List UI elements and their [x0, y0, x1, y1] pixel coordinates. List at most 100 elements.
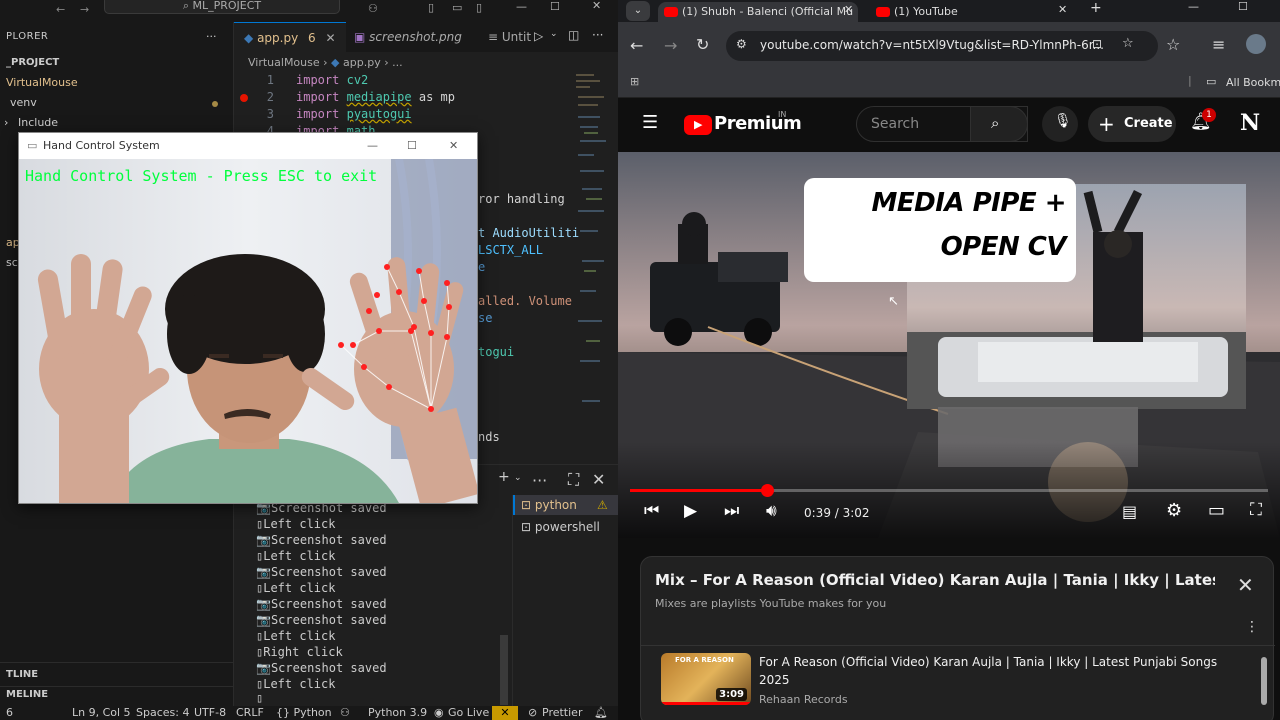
breakpoint-icon[interactable]: [240, 94, 248, 102]
apps-grid-icon[interactable]: ⊞: [630, 75, 639, 88]
subtitles-icon[interactable]: ▤: [1122, 502, 1137, 521]
close-panel-icon[interactable]: ✕: [592, 470, 605, 489]
chevron-right-icon[interactable]: ›: [4, 114, 8, 132]
previous-icon[interactable]: ⏮︎: [644, 501, 659, 521]
all-bookmarks-link[interactable]: All Bookm: [1226, 76, 1280, 89]
more-vert-icon[interactable]: ⋮: [1245, 619, 1259, 635]
new-tab-icon[interactable]: +: [1090, 0, 1102, 16]
command-center-search[interactable]: ⌕ ML_PROJECT: [104, 0, 340, 14]
settings-gear-icon[interactable]: ⚙: [1166, 500, 1182, 521]
debug-icon[interactable]: ✕: [492, 706, 518, 720]
video-player[interactable]: MEDIA PIPE + OPEN CV ↖ ⏮︎ ▶ ⏭︎ 🔊︎ 0:39 /…: [618, 152, 1280, 538]
close-icon[interactable]: ✕: [1237, 573, 1254, 597]
channel-name[interactable]: Rehaan Records: [759, 693, 848, 706]
profile-avatar[interactable]: [1246, 34, 1266, 54]
layout-secondary-icon[interactable]: ▯: [476, 1, 482, 14]
go-live-button[interactable]: Go Live: [448, 706, 489, 720]
folder-virtualmouse[interactable]: VirtualMouse: [6, 74, 78, 92]
close-icon[interactable]: ✕: [449, 133, 458, 159]
maximize-icon[interactable]: ☐: [550, 0, 560, 13]
indentation[interactable]: Spaces: 4: [136, 706, 189, 720]
breadcrumb-file[interactable]: app.py: [343, 56, 381, 69]
theater-mode-icon[interactable]: ▭: [1208, 500, 1225, 521]
next-icon[interactable]: ⏭︎: [724, 501, 739, 521]
back-arrow-icon[interactable]: ←: [56, 3, 65, 16]
copilot-icon[interactable]: ⚇: [368, 2, 378, 15]
site-info-icon[interactable]: ⚙: [736, 37, 747, 51]
playlist-title[interactable]: Mix – For A Reason (Official Video) Kara…: [655, 571, 1215, 589]
tab-screenshot-png[interactable]: ▣ screenshot.png: [344, 22, 472, 52]
extensions-star-icon[interactable]: ☆: [1166, 35, 1180, 54]
bookmark-star-icon[interactable]: ☆: [1122, 36, 1134, 51]
back-arrow-icon[interactable]: ←: [630, 36, 643, 55]
tab-youtube-home[interactable]: (1) YouTube: [870, 2, 1070, 22]
media-controls-icon[interactable]: ≡: [1212, 35, 1225, 54]
terminal-scrollbar[interactable]: [500, 635, 508, 705]
forward-arrow-icon[interactable]: →: [664, 36, 677, 55]
outline-section[interactable]: TLINE: [6, 666, 38, 684]
minimap[interactable]: [574, 70, 608, 460]
premium-logo-text[interactable]: Premium: [714, 113, 802, 134]
prettier-status[interactable]: Prettier: [542, 706, 582, 720]
project-root[interactable]: _PROJECT: [6, 54, 59, 72]
minimize-icon[interactable]: —: [367, 133, 378, 159]
maximize-icon[interactable]: ☐: [407, 133, 417, 159]
more-actions-icon[interactable]: ···: [206, 28, 217, 46]
create-button[interactable]: + Create: [1088, 106, 1176, 142]
language-mode[interactable]: {} Python: [276, 706, 332, 720]
end-of-line[interactable]: CRLF: [236, 706, 264, 720]
account-avatar[interactable]: N: [1240, 110, 1266, 138]
youtube-logo-icon[interactable]: ▶: [684, 115, 712, 135]
tab-app-py[interactable]: ◆ app.py 6 ✕: [234, 22, 346, 52]
url-text[interactable]: youtube.com/watch?v=nt5tXl9Vtug&list=RD-…: [760, 38, 1104, 52]
layout-sidebar-icon[interactable]: ▯: [428, 1, 434, 14]
menu-icon[interactable]: ☰: [642, 112, 658, 133]
chevron-down-icon[interactable]: ⌄: [550, 29, 558, 39]
problems-count[interactable]: 6: [6, 706, 13, 720]
terminal-powershell[interactable]: ⊡ powershell: [513, 517, 618, 537]
minimize-icon[interactable]: —: [516, 0, 527, 13]
file-screenshot[interactable]: sc: [6, 254, 18, 272]
play-icon[interactable]: ▶: [684, 501, 697, 521]
maximize-panel-icon[interactable]: ⛶: [568, 470, 579, 490]
terminal-python[interactable]: ⊡ python ⚠: [513, 495, 618, 515]
layout-panel-icon[interactable]: ▭: [452, 1, 462, 14]
close-tab-icon[interactable]: ✕: [325, 31, 335, 45]
more-actions-icon[interactable]: ···: [592, 28, 603, 42]
playlist-item[interactable]: FOR A REASON 3:09 For A Reason (Official…: [641, 647, 1261, 715]
reload-icon[interactable]: ↻: [696, 35, 709, 54]
minimize-icon[interactable]: —: [1188, 0, 1199, 13]
close-tab-icon[interactable]: ✕: [1058, 3, 1067, 16]
playlist-scrollbar[interactable]: [1261, 657, 1267, 705]
install-app-icon[interactable]: ⊡: [1092, 37, 1102, 51]
playlist-item-title[interactable]: For A Reason (Official Video) Karan Aujl…: [759, 653, 1229, 689]
folder-venv[interactable]: venv: [10, 94, 37, 112]
timeline-section[interactable]: MELINE: [6, 686, 48, 704]
tab-untitled[interactable]: ≡ Untit: [478, 22, 541, 52]
more-actions-icon[interactable]: ···: [532, 471, 547, 490]
progress-track[interactable]: [630, 484, 1268, 497]
run-icon[interactable]: ▷: [534, 29, 543, 43]
breadcrumb-folder[interactable]: VirtualMouse: [248, 56, 320, 69]
close-icon[interactable]: ✕: [592, 0, 601, 12]
bell-icon[interactable]: 🔔︎: [594, 706, 608, 720]
address-bar[interactable]: ⚙ youtube.com/watch?v=nt5tXl9Vtug&list=R…: [726, 31, 1158, 61]
folder-include[interactable]: Include: [18, 114, 58, 132]
split-editor-icon[interactable]: ◫: [568, 28, 579, 42]
tab-youtube-song[interactable]: (1) Shubh - Balenci (Official Mu: [658, 2, 858, 22]
voice-search-button[interactable]: 🎙︎: [1042, 106, 1078, 142]
video-thumbnail[interactable]: FOR A REASON 3:09: [661, 653, 751, 705]
fullscreen-icon[interactable]: ⛶: [1250, 500, 1262, 520]
maximize-icon[interactable]: ☐: [1238, 0, 1248, 13]
search-button[interactable]: ⌕: [970, 106, 1028, 142]
chevron-down-icon[interactable]: ⌄: [514, 473, 522, 483]
volume-icon[interactable]: 🔊︎: [766, 501, 777, 521]
breadcrumb-rest[interactable]: ...: [392, 56, 403, 69]
tab-search-icon[interactable]: ⌄: [626, 1, 650, 21]
new-terminal-icon[interactable]: +: [498, 469, 510, 485]
encoding[interactable]: UTF-8: [194, 706, 226, 720]
forward-arrow-icon[interactable]: →: [80, 3, 89, 16]
cursor-position[interactable]: Ln 9, Col 5: [72, 706, 131, 720]
close-tab-icon[interactable]: ✕: [844, 3, 853, 16]
python-version[interactable]: Python 3.9: [368, 706, 427, 720]
